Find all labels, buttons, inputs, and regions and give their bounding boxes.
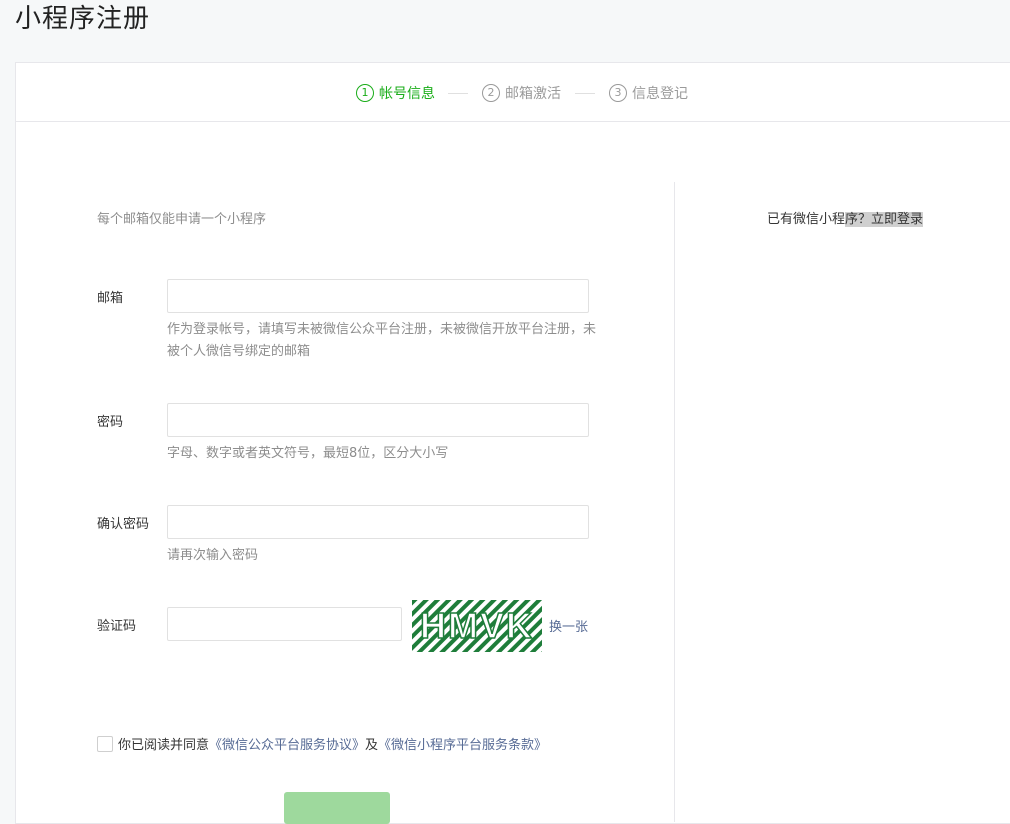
confirm-password-hint: 请再次输入密码	[167, 548, 259, 563]
login-tip: 已有微信小程序？立即登录	[767, 208, 924, 227]
agreement-checkbox[interactable]	[97, 736, 113, 752]
step-number-1: 1	[356, 84, 374, 102]
captcha-image: HMVK	[412, 600, 542, 652]
password-field[interactable]	[167, 403, 589, 437]
form-notice: 每个邮箱仅能申请一个小程序	[97, 212, 267, 227]
confirm-password-field[interactable]	[167, 505, 589, 539]
step-label: 帐号信息	[379, 86, 435, 102]
service-terms-link[interactable]: 《微信小程序平台服务条款》	[378, 738, 547, 753]
password-label: 密码	[97, 415, 124, 430]
captcha-field[interactable]	[167, 607, 402, 641]
step-info-registration: 3 信息登记	[609, 83, 688, 103]
email-hint: 作为登录帐号，请填写未被微信公众平台注册，未被微信开放平台注册，未被个人微信号绑…	[167, 322, 597, 359]
step-indicator: 1 帐号信息 2 邮箱激活 3 信息登记	[16, 63, 1010, 122]
vertical-divider	[674, 182, 675, 822]
login-tip-text: 已有微信小程	[767, 212, 846, 227]
step-connector	[448, 93, 468, 94]
agreement-text: 你已阅读并同意《微信公众平台服务协议》及《微信小程序平台服务条款》	[118, 734, 568, 757]
step-number-2: 2	[482, 84, 500, 102]
password-hint: 字母、数字或者英文符号，最短8位，区分大小写	[167, 446, 449, 461]
step-connector	[575, 93, 595, 94]
register-button[interactable]	[284, 792, 390, 824]
login-link[interactable]: 序？立即登录	[845, 212, 924, 227]
step-number-3: 3	[609, 84, 627, 102]
agreement-middle: 及	[365, 738, 379, 753]
email-label: 邮箱	[97, 291, 124, 306]
service-agreement-link[interactable]: 《微信公众平台服务协议》	[209, 738, 365, 753]
email-field[interactable]	[167, 279, 589, 313]
refresh-captcha-link[interactable]: 换一张	[549, 616, 588, 635]
step-email-activation: 2 邮箱激活	[482, 83, 561, 103]
registration-card: 1 帐号信息 2 邮箱激活 3 信息登记 每个邮箱仅能申请一个小程序 邮箱 作为…	[15, 62, 1010, 824]
confirm-password-label: 确认密码	[97, 517, 150, 532]
captcha-text: HMVK	[420, 605, 534, 646]
agreement-prefix: 你已阅读并同意	[118, 738, 210, 753]
step-label: 邮箱激活	[505, 86, 561, 102]
agreement: 你已阅读并同意《微信公众平台服务协议》及《微信小程序平台服务条款》	[97, 734, 567, 757]
captcha-label: 验证码	[97, 619, 137, 634]
step-label: 信息登记	[632, 86, 688, 102]
page-title: 小程序注册	[15, 4, 151, 34]
step-account-info: 1 帐号信息	[356, 83, 435, 103]
